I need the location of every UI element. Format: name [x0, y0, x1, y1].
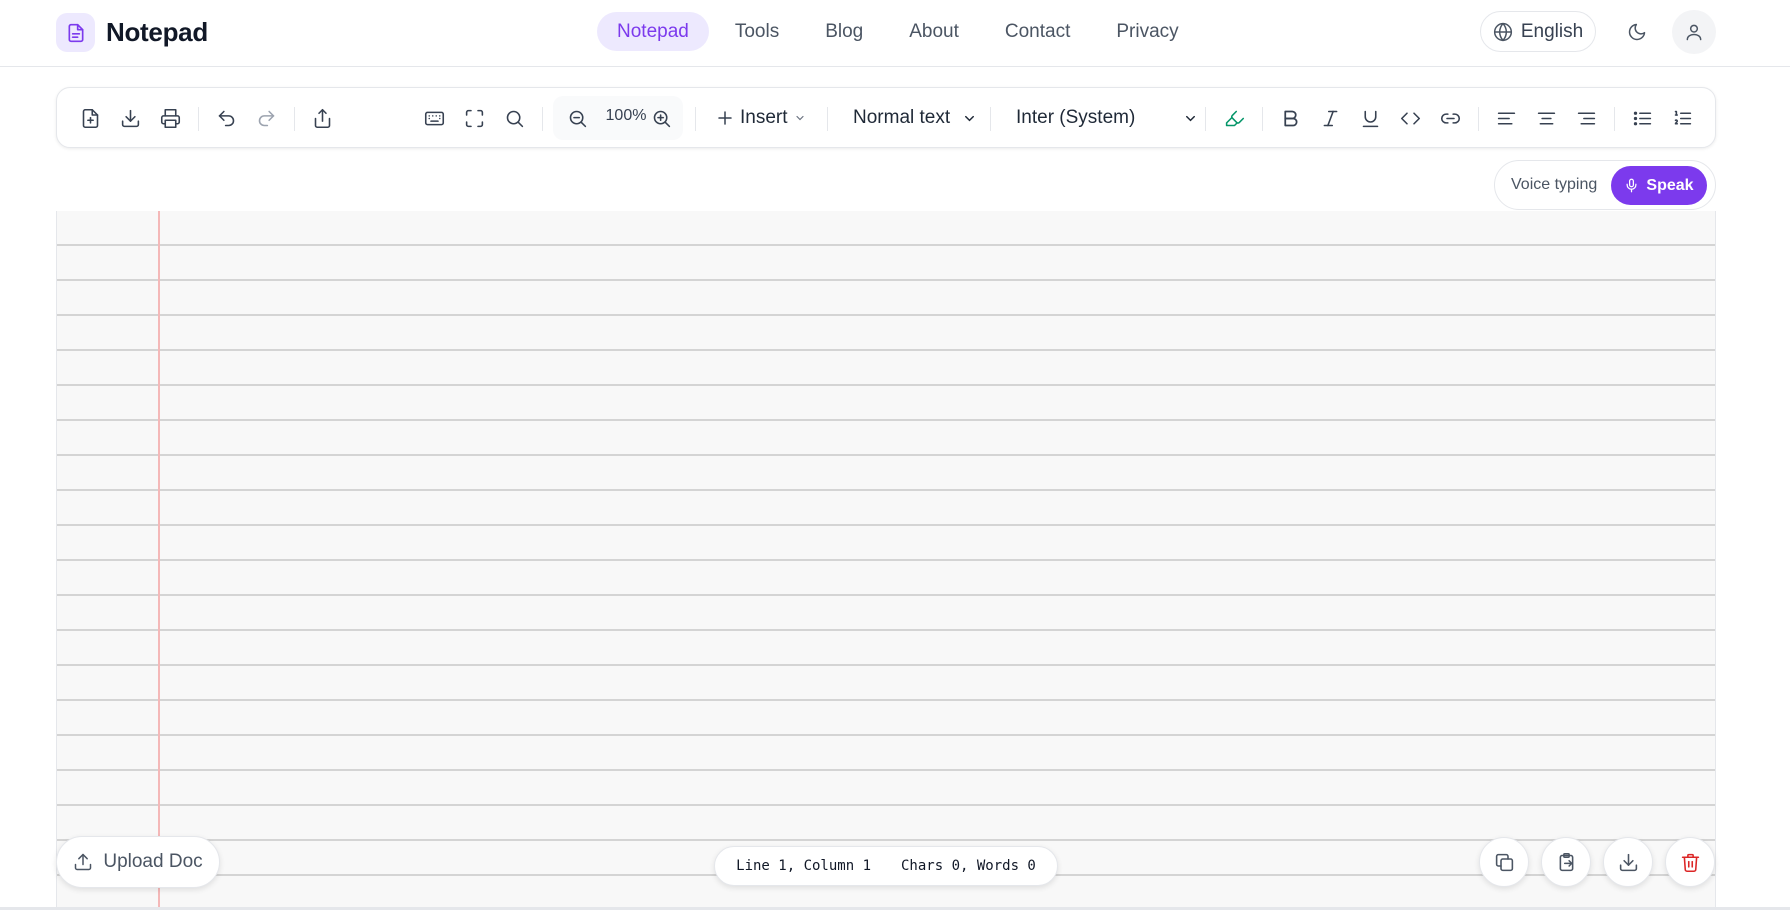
align-right-icon[interactable] [1568, 100, 1604, 136]
zoom-in-icon[interactable] [643, 100, 679, 136]
nav-privacy[interactable]: Privacy [1096, 12, 1198, 51]
download-icon[interactable] [1603, 837, 1653, 887]
bold-icon[interactable] [1272, 100, 1308, 136]
voice-typing-panel: Voice typing Speak [1494, 160, 1716, 210]
voice-typing-label: Voice typing [1511, 176, 1598, 193]
undo-icon[interactable] [208, 100, 244, 136]
speak-button[interactable]: Speak [1611, 166, 1707, 205]
nav-blog[interactable]: Blog [805, 12, 883, 51]
upload-doc-button[interactable]: Upload Doc [56, 836, 220, 888]
microphone-icon [1624, 178, 1639, 193]
font-family-value: Inter (System) [1016, 107, 1136, 128]
toolbar-divider [990, 107, 991, 131]
main-nav: Notepad Tools Blog About Contact Privacy [597, 12, 1199, 51]
insert-label: Insert [740, 107, 788, 128]
print-icon[interactable] [152, 100, 188, 136]
char-word-count: Chars 0, Words 0 [901, 858, 1036, 874]
nav-notepad[interactable]: Notepad [597, 12, 709, 51]
redo-icon[interactable] [248, 100, 284, 136]
copy-icon[interactable] [1479, 837, 1529, 887]
keyboard-icon[interactable] [416, 100, 452, 136]
toolbar-divider [294, 107, 295, 131]
cursor-position: Line 1, Column 1 [736, 858, 871, 874]
upload-doc-label: Upload Doc [103, 851, 203, 872]
text-style-select[interactable]: Normal text [853, 100, 977, 136]
search-icon[interactable] [496, 100, 532, 136]
nav-contact[interactable]: Contact [985, 12, 1090, 51]
editor-toolbar: 100% Insert Normal text Inter (System) [56, 87, 1716, 148]
editor-area[interactable] [56, 211, 1716, 910]
toolbar-divider [1478, 107, 1479, 131]
link-icon[interactable] [1432, 100, 1468, 136]
toolbar-divider [542, 107, 543, 131]
globe-icon [1493, 22, 1513, 42]
highlighter-icon[interactable] [1216, 100, 1252, 136]
fullscreen-icon[interactable] [456, 100, 492, 136]
user-icon[interactable] [1672, 10, 1716, 54]
toolbar-divider [827, 107, 828, 131]
align-left-icon[interactable] [1488, 100, 1524, 136]
align-center-icon[interactable] [1528, 100, 1564, 136]
code-icon[interactable] [1392, 100, 1428, 136]
trash-icon[interactable] [1665, 837, 1715, 887]
share-icon[interactable] [304, 100, 340, 136]
nav-about[interactable]: About [889, 12, 979, 51]
top-navbar: Notepad Notepad Tools Blog About Contact… [0, 0, 1790, 67]
download-icon[interactable] [112, 100, 148, 136]
speak-label: Speak [1646, 176, 1694, 194]
moon-icon[interactable] [1616, 11, 1657, 52]
zoom-out-icon[interactable] [559, 100, 595, 136]
font-family-select[interactable]: Inter (System) [1016, 100, 1198, 136]
paste-icon[interactable] [1541, 837, 1591, 887]
italic-icon[interactable] [1312, 100, 1348, 136]
app-name: Notepad [106, 17, 208, 47]
text-style-value: Normal text [853, 107, 951, 128]
status-bar: Line 1, Column 1 Chars 0, Words 0 [714, 846, 1058, 886]
numbered-list-icon[interactable] [1664, 100, 1700, 136]
language-selector[interactable]: English [1480, 11, 1596, 52]
chevron-down-icon [1183, 111, 1198, 126]
toolbar-divider [1262, 107, 1263, 131]
chevron-down-icon [794, 112, 806, 124]
chevron-down-icon [962, 111, 977, 126]
nav-tools[interactable]: Tools [715, 12, 799, 51]
underline-icon[interactable] [1352, 100, 1388, 136]
toolbar-divider [198, 107, 199, 131]
language-label: English [1520, 20, 1584, 42]
document-icon [56, 13, 95, 52]
insert-menu-button[interactable]: Insert [716, 100, 806, 136]
paper-margin-line [158, 211, 160, 910]
plus-icon [716, 109, 734, 127]
toolbar-divider [1614, 107, 1615, 131]
upload-icon [73, 852, 93, 872]
brand[interactable]: Notepad [56, 13, 208, 52]
new-document-icon[interactable] [72, 100, 108, 136]
bullet-list-icon[interactable] [1624, 100, 1660, 136]
toolbar-divider [1205, 107, 1206, 131]
toolbar-divider [695, 107, 696, 131]
